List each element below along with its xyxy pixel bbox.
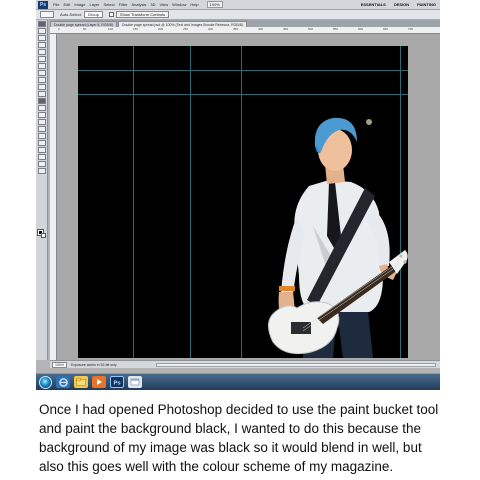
workspace-switcher: ESSENTIALS DESIGN PAINTING [357, 2, 440, 7]
show-transform-controls-checkbox[interactable] [108, 12, 114, 17]
ruler-tick-label: 200 [158, 27, 164, 31]
ruler-tick-label: 500 [308, 27, 314, 31]
status-bar: 100% Exposure works in 32-bit only [50, 360, 440, 368]
folder-icon[interactable] [74, 376, 88, 388]
path-selection-tool-icon[interactable] [37, 133, 46, 139]
menu-file[interactable]: File [51, 2, 61, 7]
paint-bucket-tool-icon[interactable] [37, 98, 46, 104]
caption-text: Once I had opened Photoshop decided to u… [39, 402, 439, 474]
eraser-tool-icon[interactable] [37, 91, 46, 97]
workspace-essentials[interactable]: ESSENTIALS [357, 2, 390, 7]
pen-tool-icon[interactable] [37, 119, 46, 125]
svg-text:Ps: Ps [113, 380, 121, 386]
menu-window[interactable]: Window [170, 2, 188, 7]
menu-3d[interactable]: 3D [148, 2, 157, 7]
zoom-tool-icon[interactable] [37, 168, 46, 174]
ruler-tick-label: 250 [183, 27, 189, 31]
menu-analysis[interactable]: Analysis [130, 2, 149, 7]
ruler-tick-label: 600 [358, 27, 364, 31]
workspace-design[interactable]: DESIGN [390, 2, 413, 7]
ruler-tick-label: 350 [233, 27, 239, 31]
menu-edit[interactable]: Edit [61, 2, 72, 7]
clone-stamp-tool-icon[interactable] [37, 77, 46, 83]
auto-select-label: Auto-Select: [60, 12, 82, 17]
show-transform-controls-label: Show Transform Controls [115, 11, 170, 18]
menu-image[interactable]: Image [72, 2, 87, 7]
eyedropper-tool-icon[interactable] [37, 56, 46, 62]
tools-panel [36, 20, 48, 360]
windows-taskbar: Ps [36, 373, 440, 390]
workspace-painting[interactable]: PAINTING [413, 2, 440, 7]
document-canvas[interactable] [78, 46, 408, 358]
blur-tool-icon[interactable] [37, 105, 46, 111]
3d-orbit-tool-icon[interactable] [37, 154, 46, 160]
horizontal-ruler: 0 50 100 150 200 250 300 350 400 450 500… [50, 27, 440, 34]
document-tab-bar: Double page spread (Layer 8, RGB/8) Doub… [50, 20, 440, 27]
crop-tool-icon[interactable] [37, 49, 46, 55]
ruler-tick-label: 550 [333, 27, 339, 31]
menu-layer[interactable]: Layer [87, 2, 101, 7]
canvas-workspace[interactable] [57, 34, 440, 360]
type-tool-icon[interactable] [37, 126, 46, 132]
menu-help[interactable]: Help [188, 2, 200, 7]
ruler-tick-label: 650 [383, 27, 389, 31]
ruler-tick-label: 100 [108, 27, 114, 31]
hand-tool-icon[interactable] [37, 161, 46, 167]
dodge-tool-icon[interactable] [37, 112, 46, 118]
history-brush-tool-icon[interactable] [37, 84, 46, 90]
healing-brush-tool-icon[interactable] [37, 63, 46, 69]
3d-rotate-tool-icon[interactable] [37, 147, 46, 153]
ruler-tick-label: 300 [208, 27, 214, 31]
horizontal-guide[interactable] [78, 94, 408, 95]
internet-explorer-icon[interactable] [56, 376, 70, 388]
options-bar: Auto-Select: Group Show Transform Contro… [36, 10, 440, 20]
ruler-tick-label: 50 [83, 27, 87, 31]
shape-tool-icon[interactable] [37, 140, 46, 146]
ruler-tick-label: 0 [58, 27, 60, 31]
vertical-ruler [50, 34, 57, 360]
ruler-tick-label: 150 [133, 27, 139, 31]
ruler-tick-label: 450 [283, 27, 289, 31]
brush-tool-icon[interactable] [37, 70, 46, 76]
ruler-tick-label: 400 [258, 27, 264, 31]
media-player-icon[interactable] [92, 376, 106, 388]
zoom-field[interactable]: 100% [52, 361, 67, 368]
background-color-swatch[interactable] [41, 233, 46, 238]
horizontal-guide[interactable] [78, 70, 408, 71]
vertical-guide[interactable] [190, 46, 191, 358]
photoshop-icon[interactable]: Ps [110, 376, 124, 388]
document-info[interactable]: Exposure works in 32-bit only [71, 363, 117, 367]
auto-select-dropdown[interactable]: Group [83, 11, 103, 18]
menu-select[interactable]: Select [102, 2, 117, 7]
move-tool-icon[interactable] [37, 21, 46, 27]
menu-bar: Ps File Edit Image Layer Select Filter A… [36, 0, 440, 10]
zoom-level-dropdown[interactable]: 100% [206, 1, 223, 8]
menu-filter[interactable]: Filter [117, 2, 130, 7]
explorer-icon[interactable] [128, 376, 142, 388]
menu-view[interactable]: View [158, 2, 171, 7]
start-button-icon[interactable] [39, 375, 52, 389]
photoshop-screenshot: Ps File Edit Image Layer Select Filter A… [36, 0, 440, 390]
move-tool-preset-icon[interactable] [40, 11, 54, 18]
lasso-tool-icon[interactable] [37, 35, 46, 41]
ruler-tick-label: 700 [408, 27, 414, 31]
guitarist-photo [268, 117, 408, 358]
vertical-guide[interactable] [133, 46, 134, 358]
quick-selection-tool-icon[interactable] [37, 42, 46, 48]
photoshop-logo: Ps [38, 0, 48, 9]
horizontal-scrollbar[interactable] [156, 362, 436, 367]
marquee-tool-icon[interactable] [37, 28, 46, 34]
